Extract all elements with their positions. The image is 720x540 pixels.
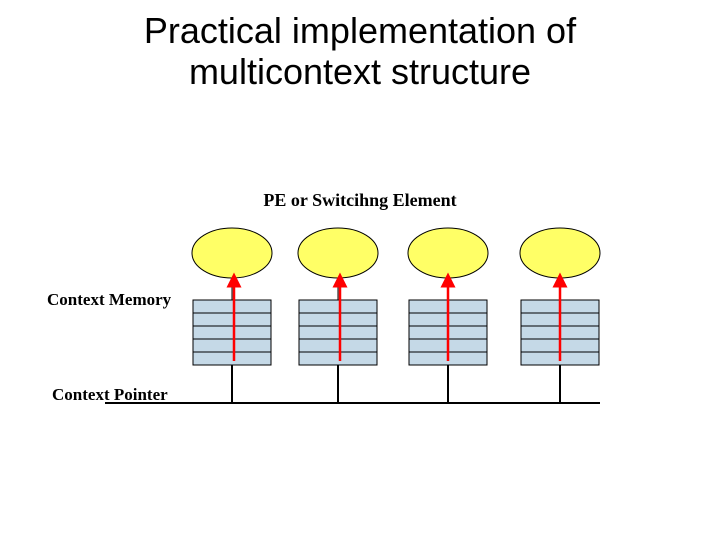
memory-cell [193,339,271,352]
memory-cell [299,300,377,313]
pe-ellipse [192,228,272,278]
memory-cell [299,339,377,352]
memory-cell [299,352,377,365]
pe-ellipse [298,228,378,278]
memory-cell [193,352,271,365]
memory-cell [299,326,377,339]
memory-cell [193,313,271,326]
memory-cell [193,326,271,339]
pe-ellipse [408,228,488,278]
memory-cell [193,300,271,313]
memory-cell [299,313,377,326]
pe-ellipse [520,228,600,278]
diagram-svg [0,0,720,540]
